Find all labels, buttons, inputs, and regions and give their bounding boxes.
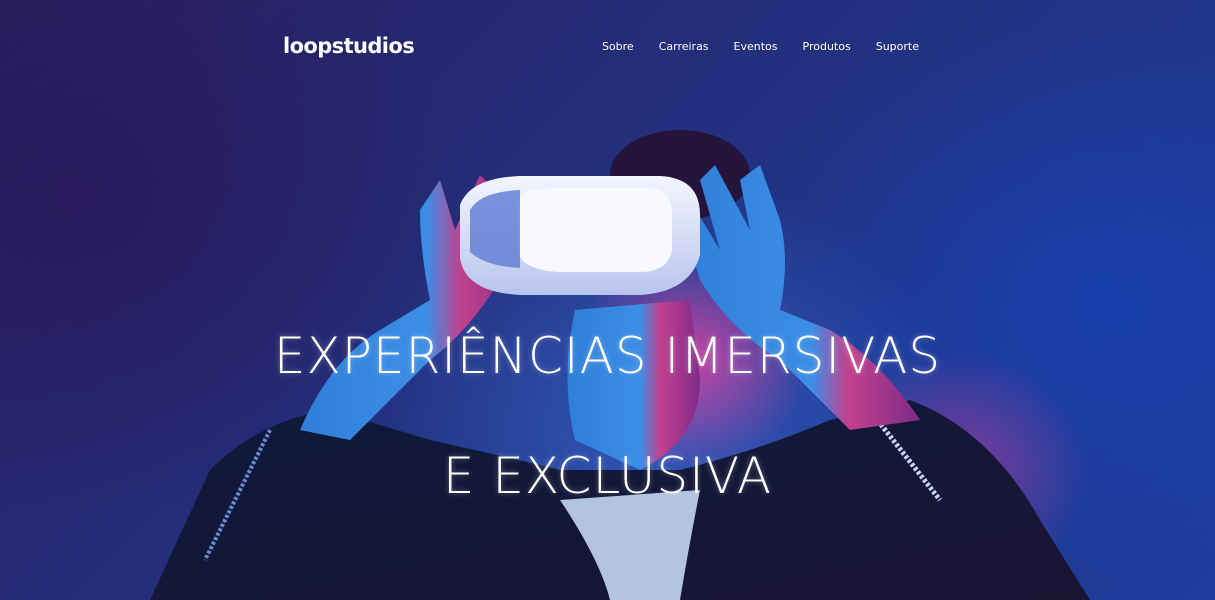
site-header: loopstudios Sobre Carreiras Eventos Prod… [283, 30, 919, 62]
nav-link-carreiras[interactable]: Carreiras [659, 40, 709, 53]
hero-headline-line-2: E EXCLUSIVA [442, 447, 773, 505]
nav-link-suporte[interactable]: Suporte [876, 40, 919, 53]
logo[interactable]: loopstudios [283, 34, 415, 58]
nav-link-sobre[interactable]: Sobre [602, 40, 634, 53]
nav-link-eventos[interactable]: Eventos [734, 40, 778, 53]
nav-link-produtos[interactable]: Produtos [803, 40, 851, 53]
hero-section: loopstudios Sobre Carreiras Eventos Prod… [0, 0, 1215, 600]
main-nav: Sobre Carreiras Eventos Produtos Suporte [602, 40, 919, 53]
hero-headline: EXPERIÊNCIAS IMERSIVAS E EXCLUSIVA [0, 266, 1215, 506]
hero-headline-line-1: EXPERIÊNCIAS IMERSIVAS [273, 327, 942, 385]
